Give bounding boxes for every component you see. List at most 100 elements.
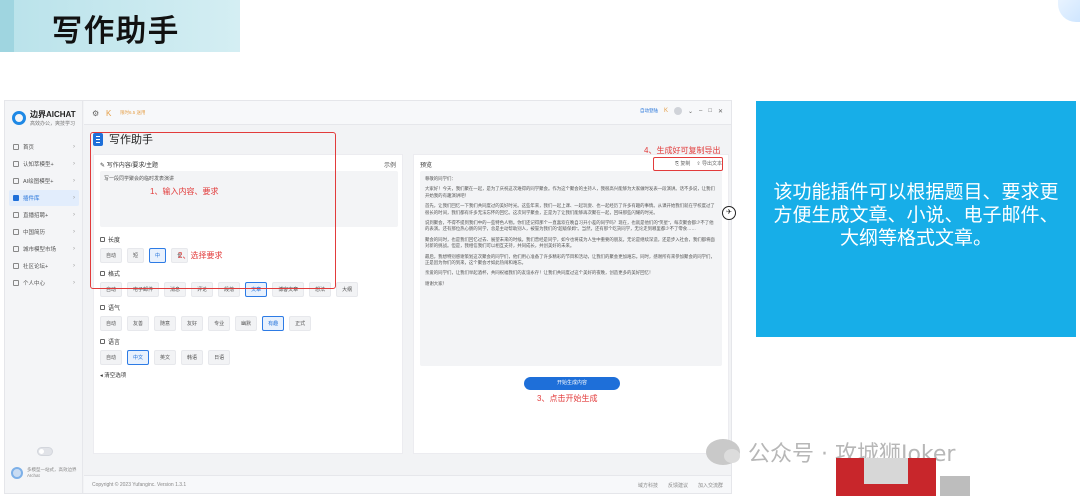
annotation-step3: 3、点击开始生成 [537,394,598,403]
sidebar-item-live[interactable]: 直播招聘+ › [9,207,79,223]
option-chip[interactable]: 韩语 [181,350,204,365]
output-paragraph: 最后，我想特别感谢策划这次聚会的同学们，他们用心准备了许多精彩的节目和活动，让我… [425,253,715,266]
example-link[interactable]: 示例 [384,160,396,169]
sidebar-item-plugins[interactable]: 插件库 › [9,190,79,206]
sidebar-item-resume[interactable]: 中国简历 › [9,224,79,240]
option-chip[interactable]: 自动 [100,350,123,365]
language-group: 语言 自动 中文 英文 韩语 日语 [100,337,398,365]
model-icon [13,161,19,167]
globe-icon [100,339,105,344]
sidebar-item-home[interactable]: 首页 › [9,139,79,155]
annotation-step2: 2、选择要求 [178,251,223,260]
tone-options: 自动 友善 随意 友好 专业 幽默 有趣 正式 [100,316,398,331]
info-text: 该功能插件可以根据题目、要求更方便生成文章、小说、电子邮件、大纲等格式文章。 [773,181,1059,249]
option-chip-selected[interactable]: 中文 [127,350,150,365]
sidebar-item-label: 个人中心 [23,281,46,287]
minimize-icon[interactable]: – [699,108,702,114]
option-chip[interactable]: 日语 [208,350,231,365]
option-chip[interactable]: 友善 [127,316,150,331]
footer-links: 域方科技 反馈建议 加入交流群 [638,482,723,489]
promo-text[interactable]: 限时6.5 送用 [120,110,146,116]
clear-options-button[interactable]: ◂ 清空选项 [100,371,398,379]
close-icon[interactable]: ✕ [718,108,723,115]
decoration-window [864,458,908,484]
red-decoration [836,458,936,496]
resume-icon [13,229,19,235]
corner-decoration [1058,0,1080,22]
language-label-text: 语言 [108,340,121,346]
option-chip[interactable]: 英文 [154,350,177,365]
grey-decoration [940,476,970,496]
slide: 写作助手 边界AICHAT 高效办公，爽技学习 首页 › 认知萃模型+ › AI绘图… [0,0,1080,496]
annotation-step4: 4、生成好可复制导出 [644,146,721,155]
chevron-down-icon[interactable]: ⌄ [688,108,693,115]
sidebar-item-label: 城市模型市场 [23,247,57,253]
option-chip-selected[interactable]: 有趣 [262,316,285,331]
sidebar-item-ai-draw[interactable]: AI绘图模型+ › [9,173,79,189]
settings-icon[interactable]: ⚙ [92,109,99,118]
sidebar-item-label: 插件库 [23,196,40,202]
generated-output[interactable]: 尊敬的同学们： 大家好！今天，我们聚在一起，是为了庆祝这次难得的同学聚会。作为这… [420,171,722,366]
brand-subtitle: 高效办公，爽技学习 [30,121,76,127]
sidebar-footer-text: 多模型一站式，高效边界AIchat [27,467,77,478]
sidebar-nav: 首页 › 认知萃模型+ › AI绘图模型+ › 插件库 › 直播招聘+ › 中国简历 › 城… [9,139,79,292]
tone-group: 语气 自动 友善 随意 友好 专业 幽默 有趣 正式 [100,303,398,331]
sidebar-item-label: AI绘图模型+ [23,179,54,185]
preview-panel: 预览 ⎘ 复制 ⇪ 导出文本 尊敬的同学们： 大家好！今天，我们聚在一起，是为了… [413,154,729,454]
footer-link[interactable]: 域方科技 [638,482,658,489]
annotation-step1: 1、输入内容、要求 [150,187,219,196]
chevron-right-icon: › [73,263,75,269]
assistant-float-icon[interactable]: ✈ [722,206,736,220]
auto-login-link[interactable]: 自动登陆 [640,108,658,114]
option-chip[interactable]: 自动 [100,316,123,331]
generate-button[interactable]: 开始生成内容 [524,377,620,390]
output-paragraph: 尊敬的同学们： [425,176,456,181]
theme-toggle[interactable] [37,447,53,456]
option-chip[interactable]: 大纲 [336,282,359,297]
chevron-right-icon: › [73,144,75,150]
option-chip[interactable]: 专业 [208,316,231,331]
sidebar-item-profile[interactable]: 个人中心 › [9,275,79,291]
app-footer: Copyright © 2023 Yufanginc. Version 1.3.… [84,475,731,493]
footer-link[interactable]: 加入交流群 [698,482,723,489]
option-chip[interactable]: 幽默 [235,316,258,331]
logo-icon [12,111,26,125]
brand-logo[interactable]: 边界AICHAT 高效办公，爽技学习 [12,109,76,127]
promo-k-icon[interactable]: K [664,108,668,114]
chevron-right-icon: › [73,246,75,252]
language-label: 语言 [100,337,398,346]
language-options: 自动 中文 英文 韩语 日语 [100,350,398,365]
market-icon [13,246,19,252]
option-chip[interactable]: 友好 [181,316,204,331]
header-accent-bar [0,0,14,52]
sidebar: 边界AICHAT 高效办公，爽技学习 首页 › 认知萃模型+ › AI绘图模型+ › … [5,101,83,493]
option-chip[interactable]: 正式 [289,316,312,331]
sidebar-item-label: 中国简历 [23,230,46,236]
sidebar-item-label: 直播招聘+ [23,213,49,219]
footer-link[interactable]: 反馈建议 [668,482,688,489]
output-paragraph: 大家好！今天，我们聚在一起，是为了庆祝这次难得的同学聚会。作为这个聚会的主持人，… [425,186,715,198]
sidebar-item-models[interactable]: 认知萃模型+ › [9,156,79,172]
export-highlight-box [653,157,723,171]
chevron-right-icon: › [73,212,75,218]
info-box: 该功能插件可以根据题目、要求更方便生成文章、小说、电子邮件、大纲等格式文章。 [756,101,1076,337]
chevron-right-icon: › [73,178,75,184]
sidebar-item-forum[interactable]: 社区论坛+ › [9,258,79,274]
options-highlight-box [90,132,336,289]
output-paragraph: 聚会的同时，也是我们回忆过去、展望未来的时候。我们曾经是同学，如今也将成为人生中… [425,236,715,249]
brand-title: 边界AICHAT [30,110,76,119]
tone-label-text: 语气 [108,306,121,312]
sidebar-item-market[interactable]: 城市模型市场 › [9,241,79,257]
slide-title: 写作助手 [52,14,180,49]
topbar: ⚙ K 限时6.5 送用 自动登陆 K ⌄ – □ ✕ [84,101,731,125]
live-icon [13,212,19,218]
plugin-icon [13,195,19,201]
output-paragraph: 谢谢大家！ [425,280,447,286]
chevron-right-icon: › [73,195,75,201]
option-chip[interactable]: 随意 [154,316,177,331]
user-icon [13,280,19,286]
tone-label: 语气 [100,303,398,312]
preview-header: 预览 [420,163,433,169]
maximize-icon[interactable]: □ [708,108,712,114]
avatar[interactable] [673,107,682,115]
